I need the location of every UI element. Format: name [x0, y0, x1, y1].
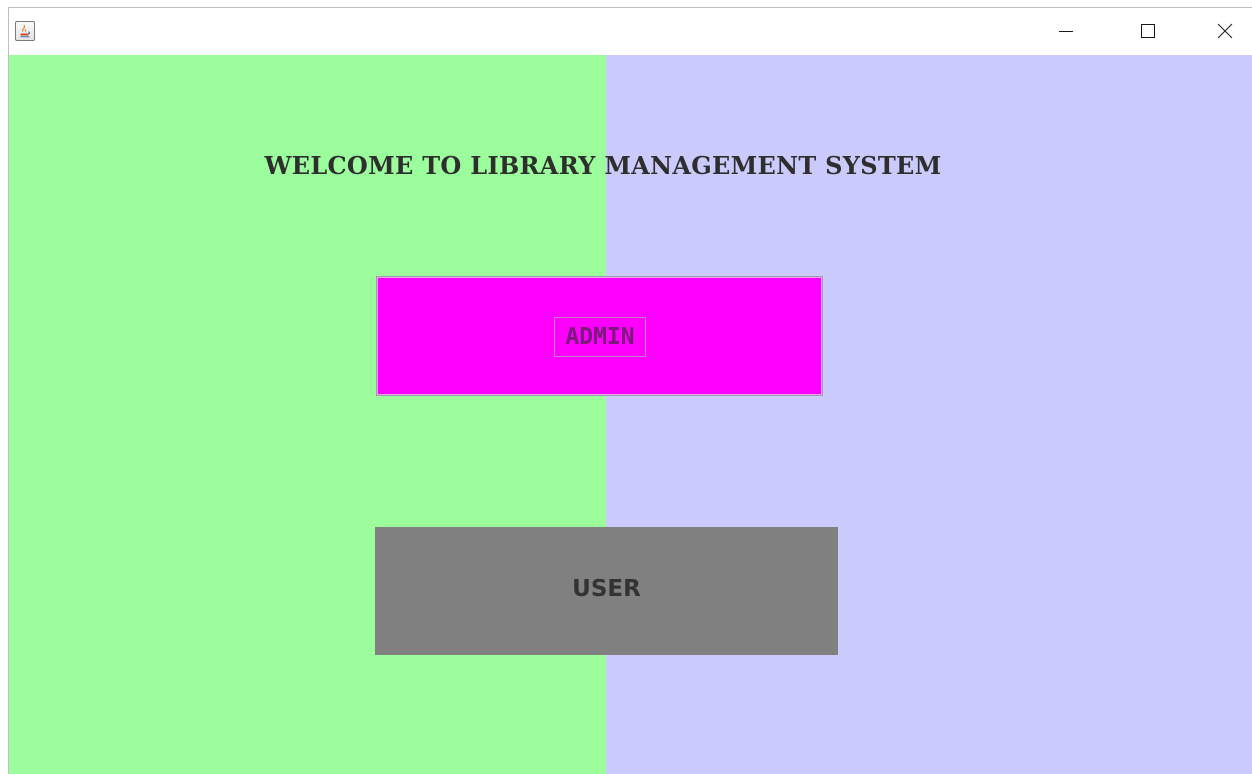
app-window: WELCOME TO LIBRARY MANAGEMENT SYSTEM ADM…: [8, 7, 1252, 774]
minimize-icon: [1059, 31, 1073, 32]
title-bar[interactable]: [9, 8, 1252, 55]
content-area: WELCOME TO LIBRARY MANAGEMENT SYSTEM ADM…: [9, 55, 1252, 774]
close-icon: [1217, 23, 1233, 39]
maximize-button[interactable]: [1125, 8, 1171, 55]
user-button[interactable]: USER: [375, 527, 838, 655]
java-icon[interactable]: [15, 21, 35, 41]
welcome-heading: WELCOME TO LIBRARY MANAGEMENT SYSTEM: [264, 151, 942, 180]
maximize-icon: [1141, 24, 1155, 38]
close-button[interactable]: [1202, 8, 1248, 55]
minimize-button[interactable]: [1043, 8, 1089, 55]
admin-button-label: ADMIN: [554, 317, 646, 357]
admin-button[interactable]: ADMIN: [376, 276, 823, 396]
